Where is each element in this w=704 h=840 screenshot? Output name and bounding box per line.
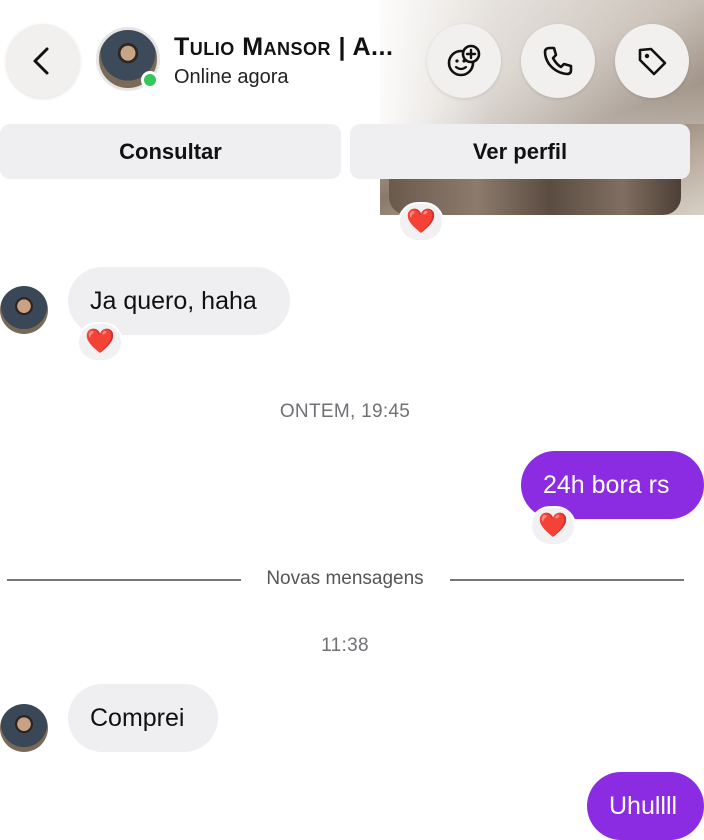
heart-reaction[interactable]: ❤️	[530, 506, 576, 546]
contact-avatar-small[interactable]	[0, 286, 48, 334]
phone-icon	[543, 46, 573, 76]
contact-avatar-small[interactable]	[0, 704, 48, 752]
heart-reaction[interactable]: ❤️	[398, 202, 444, 242]
tag-icon	[638, 47, 667, 76]
back-button[interactable]	[6, 24, 80, 98]
chevron-left-icon	[33, 47, 49, 75]
time-separator: 11:38	[321, 635, 369, 656]
sticker-add-icon	[447, 44, 481, 77]
contact-name[interactable]: Tulio Mansor | A...	[174, 33, 393, 62]
message-text: 24h bora rs	[543, 470, 670, 499]
contact-status: Online agora	[174, 66, 289, 88]
date-separator: ONTEM, 19:45	[279, 401, 411, 422]
message-text: Ja quero, haha	[90, 286, 257, 315]
online-indicator	[141, 71, 159, 89]
outgoing-message[interactable]: Uhullll	[587, 772, 704, 840]
consult-button[interactable]: Consultar	[0, 124, 341, 179]
heart-reaction[interactable]: ❤️	[77, 322, 123, 362]
new-messages-divider: Novas mensagens	[266, 568, 424, 589]
tag-button[interactable]	[615, 24, 689, 98]
message-text: Uhullll	[609, 791, 678, 820]
incoming-message[interactable]: Comprei	[68, 684, 218, 752]
view-profile-button[interactable]: Ver perfil	[350, 124, 690, 179]
divider-line-right	[450, 579, 684, 581]
sticker-button[interactable]	[427, 24, 501, 98]
call-button[interactable]	[521, 24, 595, 98]
divider-line-left	[7, 579, 241, 581]
message-text: Comprei	[90, 703, 185, 732]
